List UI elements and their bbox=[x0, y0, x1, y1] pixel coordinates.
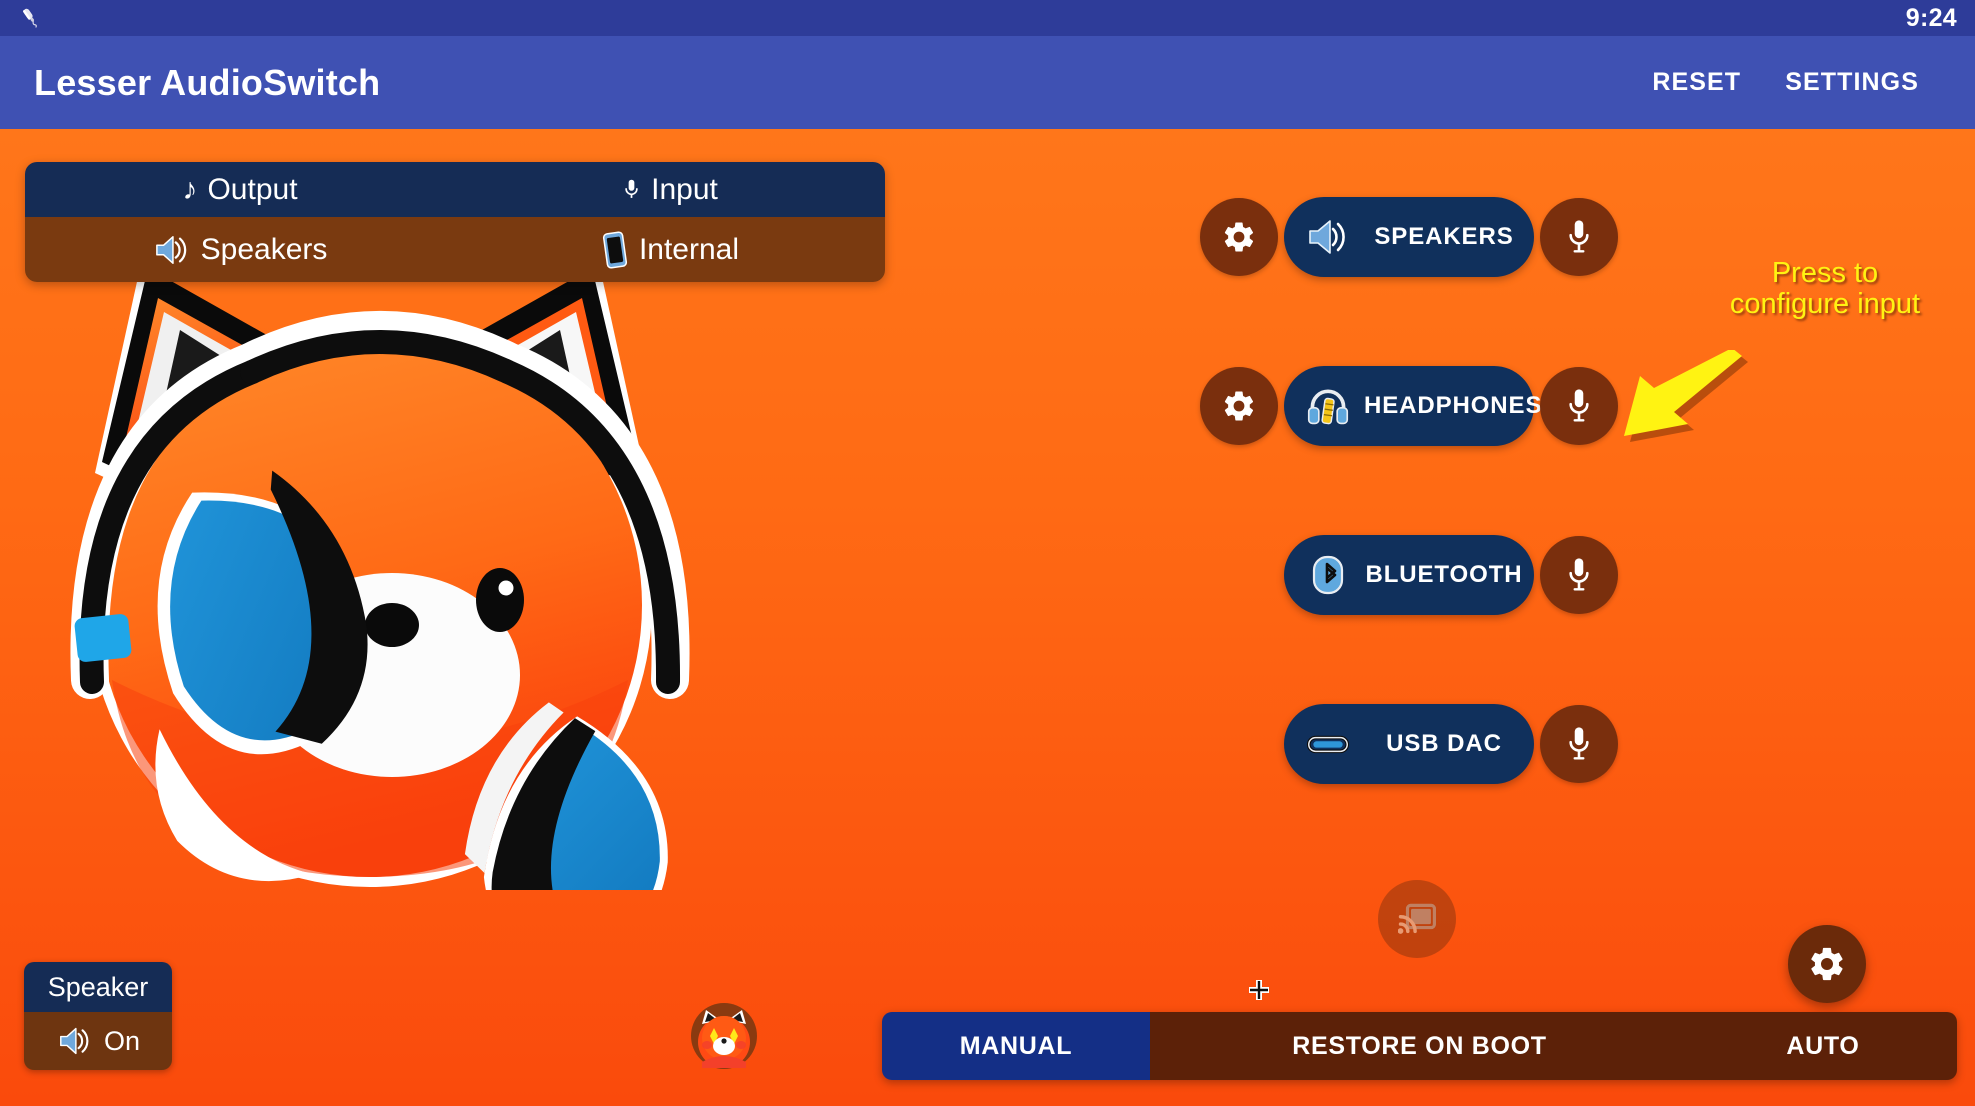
speaker-badge-state-row: On bbox=[24, 1012, 172, 1070]
input-header-cell: Input bbox=[455, 162, 885, 217]
headphones-mic-button[interactable] bbox=[1540, 367, 1618, 445]
output-value-cell: Speakers bbox=[25, 217, 455, 282]
speaker-overlay-badge: Speaker On bbox=[24, 962, 172, 1070]
bluetooth-icon bbox=[1312, 555, 1344, 595]
device-label-headphones: HEADPHONES bbox=[1364, 392, 1543, 419]
io-card-header: ♪ Output Input bbox=[25, 162, 885, 217]
microphone-icon bbox=[22, 8, 37, 28]
speaker-badge-state: On bbox=[103, 1025, 141, 1056]
output-header-cell: ♪ Output bbox=[25, 162, 455, 217]
gear-icon bbox=[1224, 222, 1254, 252]
speakers-config-button[interactable] bbox=[1200, 198, 1278, 276]
annotation-text: Press to configure input bbox=[1690, 257, 1960, 321]
mode-tab-bar: MANUAL RESTORE ON BOOT AUTO bbox=[882, 1012, 1957, 1080]
cast-button[interactable] bbox=[1378, 880, 1456, 958]
reset-button[interactable]: RESET bbox=[1630, 58, 1763, 107]
microphone-icon bbox=[1569, 220, 1589, 253]
speaker-icon bbox=[60, 1027, 89, 1055]
microphone-icon bbox=[1569, 727, 1589, 760]
io-card-body: Speakers Internal bbox=[25, 217, 885, 282]
input-header-label: Input bbox=[651, 172, 718, 206]
settings-fab-button[interactable] bbox=[1788, 925, 1866, 1003]
microphone-icon bbox=[1569, 389, 1589, 422]
phone-icon bbox=[602, 230, 628, 269]
device-button-usb-dac[interactable]: USB DAC bbox=[1284, 704, 1534, 784]
status-bar-clock: 9:24 bbox=[1905, 3, 1957, 32]
io-status-card: ♪ Output Input Speakers Internal bbox=[25, 162, 885, 282]
device-label-bluetooth: BLUETOOTH bbox=[1365, 561, 1523, 588]
annotation-line-2: configure input bbox=[1729, 288, 1921, 321]
device-row: BLUETOOTH bbox=[1200, 533, 1630, 617]
gear-icon bbox=[1811, 947, 1843, 981]
device-label-speakers: SPEAKERS bbox=[1374, 223, 1514, 250]
gear-icon bbox=[1224, 391, 1254, 421]
red-panda-chip bbox=[691, 1003, 757, 1069]
device-button-speakers[interactable]: SPEAKERS bbox=[1284, 197, 1534, 277]
annotation-line-1: Press to bbox=[1771, 257, 1879, 289]
device-row: SPEAKERS bbox=[1200, 195, 1630, 279]
speakers-mic-button[interactable] bbox=[1540, 198, 1618, 276]
usb-dac-mic-button[interactable] bbox=[1540, 705, 1618, 783]
speaker-icon bbox=[155, 235, 186, 264]
app-title: Lesser AudioSwitch bbox=[34, 61, 381, 103]
tab-auto[interactable]: AUTO bbox=[1689, 1012, 1957, 1080]
output-value-label: Speakers bbox=[200, 232, 328, 266]
status-bar: 9:24 bbox=[0, 0, 1975, 36]
red-panda-mascot bbox=[70, 268, 690, 890]
tab-manual[interactable]: MANUAL bbox=[882, 1012, 1150, 1080]
device-row: USB DAC bbox=[1200, 702, 1630, 786]
app-bar: Lesser AudioSwitch RESET SETTINGS bbox=[0, 36, 1975, 129]
bluetooth-config-placeholder bbox=[1200, 536, 1278, 614]
settings-button[interactable]: SETTINGS bbox=[1763, 58, 1941, 107]
input-value-cell: Internal bbox=[455, 217, 885, 282]
bluetooth-mic-button[interactable] bbox=[1540, 536, 1618, 614]
crosshair-cursor bbox=[1249, 980, 1269, 1000]
usb-dac-config-placeholder bbox=[1200, 705, 1278, 783]
microphone-icon bbox=[625, 179, 638, 198]
status-bar-left bbox=[18, 5, 44, 31]
speaker-icon bbox=[1309, 220, 1345, 254]
music-note-icon: ♪ bbox=[182, 172, 198, 206]
annotation-arrow-icon bbox=[1624, 350, 1748, 442]
speaker-badge-title: Speaker bbox=[24, 962, 172, 1012]
app-window: 9:24 Lesser AudioSwitch RESET SETTINGS ♪… bbox=[0, 0, 1975, 1106]
device-row: HEADPHONES bbox=[1200, 364, 1630, 448]
device-list: SPEAKERS HEADPHONES BLUETOOTH USB DAC bbox=[1200, 195, 1630, 786]
headphones-icon bbox=[1307, 389, 1349, 425]
input-value-label: Internal bbox=[638, 232, 740, 266]
output-header-label: Output bbox=[207, 172, 298, 206]
microphone-icon bbox=[1569, 558, 1589, 591]
usb-c-icon bbox=[1306, 735, 1350, 754]
device-label-usb-dac: USB DAC bbox=[1386, 730, 1502, 757]
device-button-bluetooth[interactable]: BLUETOOTH bbox=[1284, 535, 1534, 615]
headphones-config-button[interactable] bbox=[1200, 367, 1278, 445]
tab-restore-on-boot[interactable]: RESTORE ON BOOT bbox=[1150, 1012, 1689, 1080]
cast-icon bbox=[1398, 903, 1436, 934]
device-button-headphones[interactable]: HEADPHONES bbox=[1284, 366, 1541, 446]
